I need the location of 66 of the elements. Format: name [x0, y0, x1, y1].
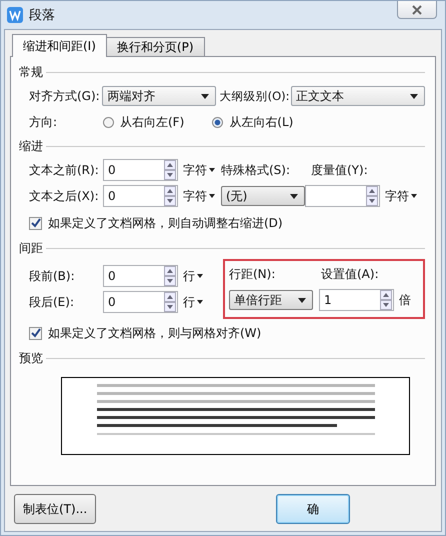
caret-icon	[411, 194, 417, 198]
field-label: 文本之后(X):	[29, 188, 100, 204]
tab[interactable]: 换行和分页(P)	[106, 37, 205, 56]
radio-button[interactable]	[212, 116, 224, 128]
spinner-arrows-icon[interactable]	[164, 266, 176, 286]
field-label: 段后(E):	[29, 294, 75, 310]
field-label: 大纲级别(O):	[220, 88, 290, 104]
unit-dropdown[interactable]: 字符	[183, 162, 215, 178]
radio-label[interactable]: 从左向右(L)	[229, 114, 294, 130]
caret-icon	[290, 194, 298, 198]
spin-field[interactable]: 0	[103, 159, 178, 181]
section-title: 间距	[19, 240, 43, 256]
field-label: 特殊格式(S):	[221, 162, 292, 178]
spin-field[interactable]: 1	[319, 289, 394, 311]
line-spacing-dropdown[interactable]: 单倍行距	[229, 290, 313, 310]
spinner-arrows-icon[interactable]	[164, 160, 176, 180]
caret-icon	[197, 274, 203, 278]
caret-icon	[298, 298, 306, 302]
caret-icon	[410, 94, 418, 98]
app-logo-icon	[7, 7, 23, 23]
unit-dropdown[interactable]: 行	[183, 294, 203, 310]
field-label: 段前(B):	[29, 268, 76, 284]
close-button[interactable]	[397, 1, 437, 19]
tab[interactable]: 缩进和间距(I)	[12, 34, 107, 57]
field-label: 方向:	[29, 114, 58, 130]
unit-dropdown[interactable]: 字符	[385, 188, 417, 204]
radio-option[interactable]: 从右向左(F)	[103, 114, 184, 130]
checkbox-label[interactable]: 如果定义了文档网格，则自动调整右缩进(D)	[48, 214, 283, 232]
checkbox[interactable]	[29, 216, 42, 230]
section-title: 常规	[19, 64, 43, 80]
close-icon	[411, 4, 423, 14]
unit-label: 倍	[399, 292, 411, 308]
field-label: 文本之前(R):	[29, 162, 100, 178]
spin-field[interactable]	[305, 185, 380, 207]
radio-button[interactable]	[103, 116, 114, 128]
tab-stops-button[interactable]: 制表位(T)...	[14, 494, 96, 524]
ok-button[interactable]: 确	[276, 494, 350, 524]
field-label: 度量值(Y):	[311, 162, 368, 178]
radio-option[interactable]: 从左向右(L)	[212, 114, 294, 130]
check-icon	[30, 218, 40, 228]
caret-icon	[197, 300, 203, 304]
special-format-dropdown[interactable]: (无)	[221, 186, 305, 206]
spinner-arrows-icon[interactable]	[164, 186, 176, 206]
field-label: 行距(N):	[229, 266, 276, 282]
section-title: 预览	[19, 350, 43, 366]
spin-field[interactable]: 0	[103, 291, 178, 313]
caret-icon	[209, 194, 215, 198]
spinner-arrows-icon[interactable]	[164, 292, 176, 312]
alignment-dropdown[interactable]: 两端对齐	[102, 86, 216, 106]
unit-dropdown[interactable]: 字符	[183, 188, 215, 204]
checkbox-label[interactable]: 如果定义了文档网格，则与网格对齐(W)	[48, 324, 262, 342]
spin-field[interactable]: 0	[103, 265, 178, 287]
outline-level-dropdown[interactable]: 正文文本	[291, 86, 425, 106]
check-icon	[30, 328, 40, 338]
radio-label[interactable]: 从右向左(F)	[120, 114, 184, 130]
spinner-arrows-icon[interactable]	[380, 290, 392, 310]
unit-dropdown[interactable]: 行	[183, 268, 203, 284]
field-label: 对齐方式(G):	[29, 88, 101, 104]
window-title: 段落	[29, 7, 55, 24]
section-title: 缩进	[19, 138, 43, 154]
spin-field[interactable]: 0	[103, 185, 178, 207]
spinner-arrows-icon[interactable]	[366, 186, 378, 206]
caret-icon	[200, 94, 209, 98]
caret-icon	[209, 168, 215, 172]
field-label: 设置值(A):	[321, 266, 379, 282]
checkbox[interactable]	[29, 326, 42, 340]
